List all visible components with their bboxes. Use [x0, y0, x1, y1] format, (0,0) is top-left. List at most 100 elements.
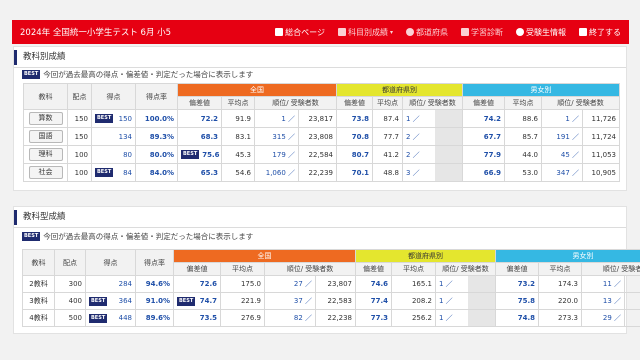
- gender-examinees-cell: 11,724: [582, 127, 620, 146]
- nav-item-home[interactable]: 総合ページ: [275, 27, 325, 38]
- group-header-gender: 男女別: [495, 249, 640, 263]
- max-points-cell: 150: [67, 109, 92, 128]
- section-title: 教科別成績: [14, 50, 626, 65]
- gender-examinees-cell: 11,053: [582, 145, 620, 164]
- header-nav: 総合ページ 科目別成績 ▾ 都道府県 学習診断 受験生情報 終了する: [262, 27, 629, 38]
- gender-deviation-cell: 74.2: [462, 109, 505, 128]
- best-note: BEST 今回が過去最高の得点・偏差値・判定だった場合に表示します: [22, 69, 253, 80]
- examinees-cell: 23,807: [315, 275, 356, 293]
- pref-rank-value: 3 ／: [406, 168, 420, 177]
- max-points-cell: 300: [54, 275, 86, 293]
- deviation-cell-value: 75.6: [202, 150, 220, 159]
- deviation-cell-value: 74.7: [199, 297, 217, 305]
- subject-button[interactable]: 理科: [28, 148, 63, 161]
- table-row: 2教科 300 284 94.6% 72.6 175.0 27 ／ 23,807 74.6 165…: [22, 275, 640, 293]
- group-header-gender: 男女別: [462, 83, 620, 97]
- nav-item-grid[interactable]: 学習診断: [461, 27, 503, 38]
- gender-deviation-cell: 74.8: [495, 309, 539, 327]
- nav-item-document[interactable]: 科目別成績 ▾: [337, 27, 393, 38]
- gender-average-cell: 88.6: [504, 109, 542, 128]
- subject-button[interactable]: 社会: [28, 166, 63, 179]
- examinees-cell: 22,583: [315, 292, 356, 310]
- gender-rank-cell: 191 ／: [541, 127, 583, 146]
- exit-icon: [579, 28, 587, 36]
- note-text: 今回が過去最高の得点・偏差値・判定だった場合に表示します: [43, 232, 254, 241]
- subject-cell: 4教科: [22, 309, 55, 327]
- group-header-national: 全国: [177, 83, 337, 97]
- deviation-cell-wrap: BEST 75.6: [181, 150, 220, 159]
- subject-cell: 国語: [23, 127, 68, 146]
- deviation-cell: 68.3: [177, 127, 222, 146]
- gender-average-cell: 220.0: [538, 292, 582, 310]
- average-cell: 221.9: [220, 292, 265, 310]
- nav-label: 総合ページ: [285, 27, 325, 37]
- score-cell-wrap: 80: [95, 151, 132, 159]
- nav-item-globe[interactable]: 都道府県: [406, 27, 448, 38]
- gender-rank-cell: 29 ／: [581, 309, 625, 327]
- column-header-avg: 平均点: [504, 96, 542, 110]
- column-header-rank: 順位/ 受験者数: [264, 262, 356, 276]
- column-header-dev: 偏差値: [177, 96, 222, 110]
- gender-average-cell: 44.0: [504, 145, 542, 164]
- score-cell-wrap: 134: [95, 133, 132, 141]
- divider: [14, 67, 626, 68]
- pref-average-cell: 48.8: [372, 163, 403, 182]
- score-cell-value: 364: [118, 297, 132, 305]
- best-badge: BEST: [95, 114, 114, 123]
- divider: [14, 227, 626, 228]
- table-row: 国語 150 134 89.3% 68.3 83.1 315 ／ 23,808 70.8 77.7…: [23, 127, 620, 146]
- deviation-cell-wrap: 72.6: [177, 280, 217, 288]
- best-badge: BEST: [181, 150, 200, 159]
- top-header-bar: 2024年 全国統一小学生テスト 6月 小5 総合ページ 科目別成績 ▾ 都道府県 学習…: [12, 20, 629, 44]
- table-row: 社会 100 BEST 84 84.0% 65.3 54.6 1,060 ／ 22,239 70.…: [23, 163, 620, 182]
- score-rate-cell: 89.6%: [135, 309, 174, 327]
- pref-rank-wrap: 2 ／: [406, 128, 462, 145]
- max-points-cell: 100: [67, 163, 92, 182]
- pref-rank-cell: 3 ／: [402, 163, 463, 182]
- section-title: 教科型成績: [14, 210, 626, 225]
- pref-rank-value: 1 ／: [439, 314, 453, 322]
- deviation-cell: 73.5: [173, 309, 221, 327]
- pref-deviation-cell: 77.3: [355, 309, 392, 327]
- pref-rank-cell: 1 ／: [402, 109, 463, 128]
- score-rate-cell: 94.6%: [135, 275, 174, 293]
- rank-cell: 27 ／: [264, 275, 316, 293]
- gender-rank-cell: 347 ／: [541, 163, 583, 182]
- column-header-dev: 偏差値: [173, 262, 221, 276]
- column-header-rank: 順位/ 受験者数: [254, 96, 337, 110]
- table-row: 4教科 500 BEST 448 89.6% 73.5 276.9 82 ／ 22,238 77.…: [22, 309, 640, 327]
- column-header-max: 配点: [54, 249, 86, 276]
- rank-cell: 1 ／: [254, 109, 299, 128]
- nav-item-user[interactable]: 受験生情報: [516, 27, 566, 38]
- subject-button[interactable]: 算数: [28, 112, 63, 125]
- examinees-cell: 22,238: [315, 309, 356, 327]
- column-header-rank: 順位/ 受験者数: [541, 96, 620, 110]
- score-cell-wrap: BEST 84: [95, 168, 132, 177]
- column-header-score: 得点: [91, 83, 136, 110]
- hidden-count-placeholder: [468, 310, 495, 326]
- column-header-rate: 得点率: [135, 249, 174, 276]
- gender-examinees-cell: 11,052: [624, 292, 640, 310]
- gender-rank-cell: 11 ／: [581, 275, 625, 293]
- pref-rank-cell: 1 ／: [435, 309, 496, 327]
- examinees-cell: 23,817: [298, 109, 337, 128]
- nav-item-exit[interactable]: 終了する: [579, 27, 621, 38]
- subject-results-card: 教科別成績 BEST 今回が過去最高の得点・偏差値・判定だった場合に表示します …: [13, 46, 627, 191]
- score-cell-wrap: BEST 364: [89, 296, 132, 306]
- score-cell-value: 284: [118, 280, 132, 288]
- pref-rank-cell: 2 ／: [402, 145, 463, 164]
- score-cell: 80: [91, 145, 136, 164]
- column-header-dev: 偏差値: [495, 262, 539, 276]
- subject-button[interactable]: 国語: [28, 130, 63, 143]
- deviation-cell-wrap: 65.3: [181, 169, 218, 177]
- hidden-count-placeholder: [468, 293, 495, 309]
- subject-cell: 3教科: [22, 292, 55, 310]
- nav-label: 終了する: [589, 27, 621, 37]
- column-header-rank: 順位/ 受験者数: [402, 96, 463, 110]
- average-cell: 175.0: [220, 275, 265, 293]
- deviation-cell-wrap: 72.2: [181, 115, 218, 123]
- gender-average-cell: 174.3: [538, 275, 582, 293]
- score-rate-cell: 91.0%: [135, 292, 174, 310]
- pref-rank-cell: 2 ／: [402, 127, 463, 146]
- pref-rank-wrap: 2 ／: [406, 146, 462, 163]
